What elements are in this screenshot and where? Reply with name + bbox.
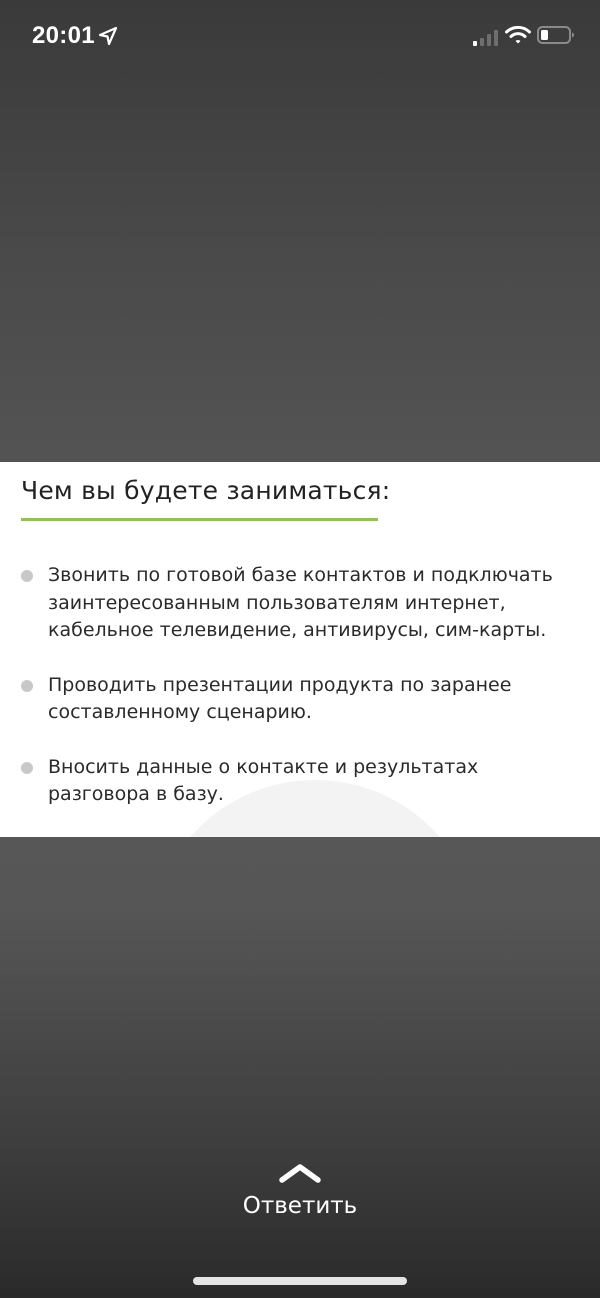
duties-list: Звонить по готовой базе контактов и подк… (0, 562, 600, 836)
bullet-icon (21, 761, 33, 774)
list-item-text: Проводить презентации продукта по заране… (48, 673, 512, 724)
list-item: Вносить данные о контакте и результатах … (0, 754, 600, 809)
list-item-text: Звонить по готовой базе контактов и подк… (48, 564, 553, 641)
location-arrow-icon (98, 26, 118, 46)
reply-button[interactable]: Ответить (0, 1150, 600, 1230)
status-bar: 20:01 (0, 0, 600, 70)
list-item: Проводить презентации продукта по заране… (0, 672, 600, 727)
cellular-signal-icon (473, 30, 498, 46)
bullet-icon (21, 679, 33, 692)
title-underline (21, 518, 378, 521)
list-item: Звонить по готовой базе контактов и подк… (0, 562, 600, 645)
chevron-up-icon[interactable] (278, 1162, 322, 1184)
home-indicator[interactable] (193, 1277, 407, 1285)
status-time: 20:01 (32, 22, 95, 49)
story-card: Чем вы будете заниматься: Звонить по гот… (0, 462, 600, 837)
card-title: Чем вы будете заниматься: (21, 476, 391, 505)
bullet-icon (21, 570, 33, 582)
wifi-icon (505, 25, 531, 44)
battery-icon (537, 26, 574, 44)
list-item-text: Вносить данные о контакте и результатах … (48, 755, 479, 806)
reply-label[interactable]: Ответить (0, 1193, 600, 1219)
